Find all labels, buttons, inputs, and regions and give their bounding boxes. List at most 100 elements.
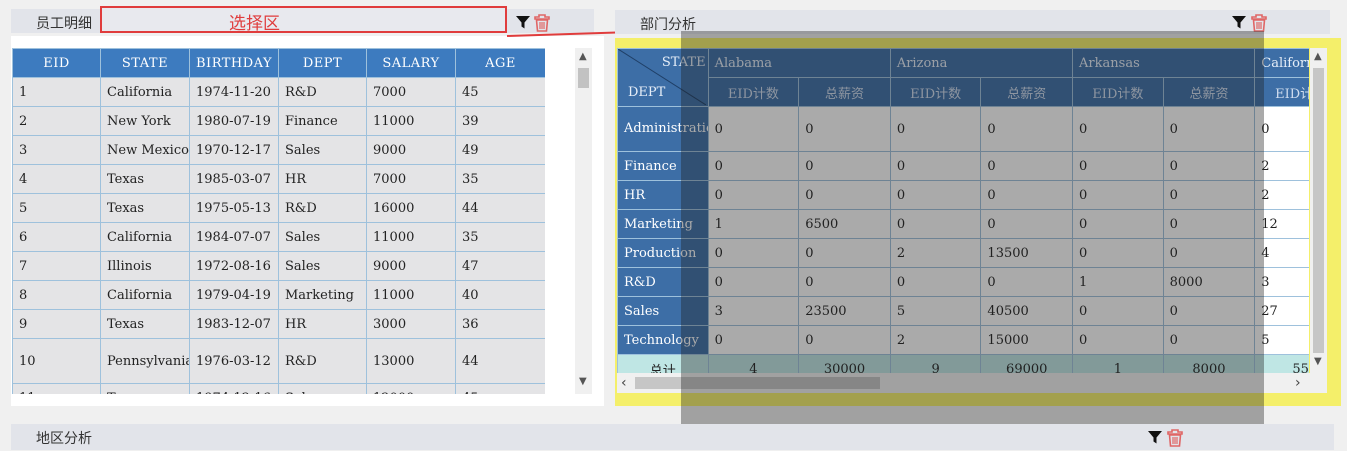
trash-icon[interactable]	[1250, 13, 1268, 32]
cell-birthday: 1983-12-07	[189, 309, 279, 339]
filter-icon[interactable]	[1147, 429, 1165, 447]
cell-age: 44	[455, 338, 545, 384]
employee-table-viewport: EID STATE BIRTHDAY DEPT SALARY AGE 1 Cali…	[12, 48, 545, 394]
cell-salary: 11000	[366, 106, 456, 136]
cell-salary: 13000	[366, 338, 456, 384]
cell-salary: 7000	[366, 77, 456, 107]
table-row[interactable]: 9 Texas 1983-12-07 HR 3000 36	[12, 309, 545, 339]
cell-salary: 7000	[366, 164, 456, 194]
cell-salary: 12000	[366, 383, 456, 394]
cell-age: 39	[455, 106, 545, 136]
employee-table-scrollbar[interactable]: ▲ ▼	[575, 48, 592, 394]
drag-overlay	[681, 31, 1264, 427]
scroll-down-arrow[interactable]: ▼	[579, 376, 587, 387]
scroll-right-arrow[interactable]: ›	[1295, 375, 1301, 391]
table-row[interactable]: 11Texas1974-12-16Sales1200045	[12, 383, 545, 394]
column-header-state[interactable]: STATE	[100, 48, 190, 78]
cell-state: Texas	[100, 309, 190, 339]
cell-birthday: 1974-11-20	[189, 77, 279, 107]
cell-age: 40	[455, 280, 545, 310]
scroll-down-arrow[interactable]: ▼	[1314, 356, 1322, 367]
cell-salary: 9000	[366, 135, 456, 165]
scroll-up-arrow[interactable]: ▲	[1314, 51, 1322, 62]
cell-age: 47	[455, 251, 545, 281]
cell-state: California	[100, 77, 190, 107]
table-row[interactable]: 4 Texas 1985-03-07 HR 7000 35	[12, 164, 545, 194]
corner-dept-label: DEPT	[628, 85, 666, 100]
cell-eid: 4	[12, 164, 101, 194]
scrollbar-thumb[interactable]	[1313, 68, 1324, 353]
cell-dept: Finance	[278, 106, 367, 136]
cell-dept: Sales	[278, 251, 367, 281]
cell-eid: 5	[12, 193, 101, 223]
employee-panel-title: 员工明细	[36, 16, 92, 32]
cell-age: 45	[455, 383, 545, 394]
cell-eid: 8	[12, 280, 101, 310]
cell-birthday: 1980-07-19	[189, 106, 279, 136]
selection-area[interactable]	[100, 6, 507, 33]
scroll-up-arrow[interactable]: ▲	[579, 51, 587, 62]
cell-age: 49	[455, 135, 545, 165]
trash-icon[interactable]	[1166, 428, 1184, 447]
table-row[interactable]: 10 Pennsylvania 1976-03-12 R&D 13000 44	[12, 338, 545, 384]
column-header-salary[interactable]: SALARY	[366, 48, 456, 78]
cell-dept: Sales	[278, 135, 367, 165]
column-header-birthday[interactable]: BIRTHDAY	[189, 48, 279, 78]
cell-dept: R&D	[278, 77, 367, 107]
table-row[interactable]: 7 Illinois 1972-08-16 Sales 9000 47	[12, 251, 545, 281]
cell-birthday: 1976-03-12	[189, 338, 279, 384]
cell-dept: R&D	[278, 338, 367, 384]
cell-eid: 2	[12, 106, 101, 136]
pivot-vertical-scrollbar[interactable]: ▲ ▼	[1310, 48, 1327, 373]
region-panel-header	[11, 424, 1334, 450]
cell-eid: 7	[12, 251, 101, 281]
filter-icon[interactable]	[1231, 14, 1249, 32]
scroll-left-arrow[interactable]: ‹	[621, 375, 627, 391]
region-panel-title: 地区分析	[36, 431, 92, 447]
employee-table: EID STATE BIRTHDAY DEPT SALARY AGE 1 Cali…	[12, 48, 545, 394]
cell-salary: 3000	[366, 309, 456, 339]
cell-state: California	[100, 222, 190, 252]
cell-salary: 9000	[366, 251, 456, 281]
table-row[interactable]: 5 Texas 1975-05-13 R&D 16000 44	[12, 193, 545, 223]
cell-birthday: 1972-08-16	[189, 251, 279, 281]
scrollbar-thumb[interactable]	[578, 68, 589, 88]
cell-age: 35	[455, 222, 545, 252]
cell-eid: 1	[12, 77, 101, 107]
cell-birthday: 1970-12-17	[189, 135, 279, 165]
cell-state: New Mexico	[100, 135, 190, 165]
cell-dept: HR	[278, 164, 367, 194]
cell-age: 44	[455, 193, 545, 223]
cell-dept: Sales	[278, 383, 367, 394]
cell-state: Illinois	[100, 251, 190, 281]
column-header-dept[interactable]: DEPT	[278, 48, 367, 78]
cell-state: Texas	[100, 383, 190, 394]
table-row[interactable]: 8 California 1979-04-19 Marketing 11000 40	[12, 280, 545, 310]
cell-state: Texas	[100, 164, 190, 194]
cell-age: 36	[455, 309, 545, 339]
cell-salary: 11000	[366, 222, 456, 252]
cell-birthday: 1984-07-07	[189, 222, 279, 252]
table-row[interactable]: 6 California 1984-07-07 Sales 11000 35	[12, 222, 545, 252]
cell-age: 35	[455, 164, 545, 194]
cell-dept: HR	[278, 309, 367, 339]
cell-eid: 6	[12, 222, 101, 252]
cell-state: California	[100, 280, 190, 310]
table-row[interactable]: 3 New Mexico 1970-12-17 Sales 9000 49	[12, 135, 545, 165]
cell-state: New York	[100, 106, 190, 136]
employee-table-header-row: EID STATE BIRTHDAY DEPT SALARY AGE	[12, 48, 545, 78]
cell-birthday: 1974-12-16	[189, 383, 279, 394]
table-row[interactable]: 1 California 1974-11-20 R&D 7000 45	[12, 77, 545, 107]
cell-dept: Sales	[278, 222, 367, 252]
cell-eid: 3	[12, 135, 101, 165]
cell-salary: 11000	[366, 280, 456, 310]
table-row[interactable]: 2 New York 1980-07-19 Finance 11000 39	[12, 106, 545, 136]
cell-dept: Marketing	[278, 280, 367, 310]
cell-birthday: 1985-03-07	[189, 164, 279, 194]
cell-eid: 9	[12, 309, 101, 339]
column-header-eid[interactable]: EID	[12, 48, 101, 78]
cell-eid: 11	[12, 383, 101, 394]
cell-state: Pennsylvania	[100, 338, 190, 384]
cell-birthday: 1975-05-13	[189, 193, 279, 223]
column-header-age[interactable]: AGE	[455, 48, 545, 78]
